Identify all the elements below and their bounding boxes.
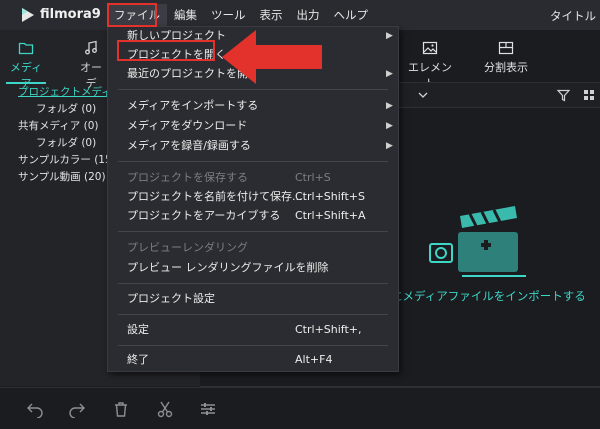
- menu-edit[interactable]: 編集: [167, 4, 204, 26]
- menu-item-label: メディアを録音/録画する: [127, 139, 251, 152]
- trash-icon[interactable]: [112, 400, 130, 418]
- menu-item-shortcut: Ctrl+Shift+S: [295, 190, 365, 203]
- menu-item-archive-project[interactable]: プロジェクトをアーカイブする Ctrl+Shift+A: [108, 207, 398, 225]
- menu-separator: [118, 231, 388, 232]
- menu-item-label: プロジェクトを名前を付けて保存...: [127, 190, 303, 203]
- menu-item-exit[interactable]: 終了 Alt+F4: [108, 351, 398, 369]
- menu-item-label: メディアをインポートする: [127, 99, 259, 112]
- image-icon: [422, 41, 438, 55]
- menu-item-import-media[interactable]: メディアをインポートする ▶: [108, 97, 398, 115]
- scissors-icon[interactable]: [156, 400, 174, 418]
- menu-item-shortcut: Alt+F4: [295, 353, 333, 366]
- menu-separator: [118, 161, 388, 162]
- submenu-arrow-icon: ▶: [386, 69, 393, 79]
- grid-view-icon[interactable]: [583, 89, 595, 102]
- tool-strip: O エレメント 分割表示: [318, 30, 600, 90]
- app-brand: filmora9: [40, 7, 101, 22]
- tab-split-screen[interactable]: 分割表示: [481, 40, 531, 75]
- open-project-highlight-box: [117, 40, 215, 61]
- menu-item-label: プレビュー レンダリングファイルを削除: [127, 261, 329, 274]
- adjust-settings-icon[interactable]: [199, 400, 217, 418]
- submenu-arrow-icon: ▶: [386, 121, 393, 131]
- undo-icon[interactable]: [26, 400, 44, 418]
- music-note-icon: [85, 40, 97, 55]
- menu-item-label: プロジェクト設定: [127, 292, 215, 305]
- folder-icon: [18, 42, 34, 55]
- pointer-arrow-icon: [222, 30, 322, 84]
- menu-item-save-as[interactable]: プロジェクトを名前を付けて保存... Ctrl+Shift+S: [108, 188, 398, 206]
- submenu-arrow-icon: ▶: [386, 31, 393, 41]
- menu-item-preview-render: プレビューレンダリング: [108, 239, 398, 257]
- menu-item-shortcut: Ctrl+Shift+A: [295, 209, 366, 222]
- menu-item-preferences[interactable]: 設定 Ctrl+Shift+,: [108, 321, 398, 339]
- split-screen-icon: [498, 41, 514, 55]
- menu-item-label: プレビューレンダリング: [127, 241, 248, 254]
- menu-separator: [118, 345, 388, 346]
- menu-item-save-project: プロジェクトを保存する Ctrl+S: [108, 169, 398, 187]
- tab-split-screen-label: 分割表示: [484, 61, 528, 74]
- menu-export[interactable]: 出力: [290, 4, 327, 26]
- menu-item-shortcut: Ctrl+Shift+,: [295, 323, 362, 336]
- menu-separator: [118, 314, 388, 315]
- media-empty-message[interactable]: にメディアファイルをインポートする: [391, 288, 586, 304]
- file-menu-highlight-box: [107, 3, 157, 27]
- menu-item-download-media[interactable]: メディアをダウンロード ▶: [108, 117, 398, 135]
- menu-separator: [118, 283, 388, 284]
- submenu-arrow-icon: ▶: [386, 141, 393, 151]
- menu-item-label: プロジェクトを保存する: [127, 171, 248, 184]
- menu-item-label: 設定: [127, 323, 149, 336]
- window-title: タイトル: [550, 9, 596, 23]
- menu-item-label: メディアをダウンロード: [127, 119, 248, 132]
- timeline-toolbar: [0, 387, 600, 429]
- submenu-arrow-icon: ▶: [386, 101, 393, 111]
- filmora-logo-icon: [22, 8, 34, 22]
- filter-icon[interactable]: [557, 89, 570, 102]
- redo-icon[interactable]: [68, 400, 86, 418]
- chevron-down-icon[interactable]: [418, 91, 428, 99]
- menu-tools[interactable]: ツール: [204, 4, 253, 26]
- menu-item-project-settings[interactable]: プロジェクト設定: [108, 290, 398, 308]
- menu-item-shortcut: Ctrl+S: [295, 171, 331, 184]
- menu-separator: [118, 89, 388, 90]
- media-empty-illustration-icon: [429, 206, 526, 277]
- menu-item-record-media[interactable]: メディアを録音/録画する ▶: [108, 137, 398, 155]
- menu-item-label: 終了: [127, 353, 149, 366]
- menu-view[interactable]: 表示: [253, 4, 290, 26]
- menu-item-label: プロジェクトをアーカイブする: [127, 209, 281, 222]
- menu-help[interactable]: ヘルプ: [327, 4, 376, 26]
- menu-item-delete-render-files[interactable]: プレビュー レンダリングファイルを削除: [108, 259, 398, 277]
